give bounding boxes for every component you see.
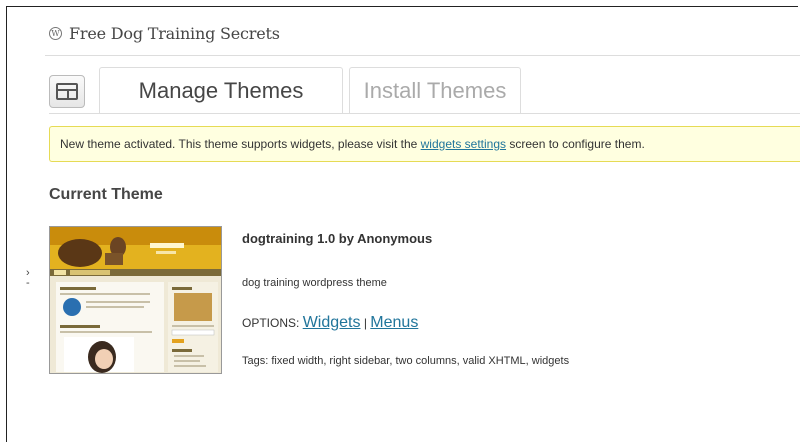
wordpress-logo-icon[interactable]: W (49, 27, 62, 40)
site-title[interactable]: Free Dog Training Secrets (69, 24, 280, 43)
theme-activated-notice: New theme activated. This theme supports… (49, 126, 800, 162)
tab-install-themes[interactable]: Install Themes (349, 67, 521, 114)
theme-tags: Tags: fixed width, right sidebar, two co… (242, 355, 570, 367)
theme-name: dogtraining 1.0 by Anonymous (242, 231, 433, 246)
header-divider (45, 55, 800, 56)
site-header: W Free Dog Training Secrets (49, 24, 280, 43)
theme-description: dog training wordpress theme (242, 277, 387, 289)
menus-link[interactable]: Menus (370, 314, 418, 331)
themes-layout-icon (49, 75, 85, 108)
edge-marks: › - (26, 267, 30, 289)
theme-screenshot (49, 226, 222, 374)
theme-options: OPTIONS: Widgets | Menus (242, 314, 418, 332)
notice-text-after: screen to configure them. (509, 137, 645, 151)
theme-details: dogtraining 1.0 by Anonymous dog trainin… (242, 231, 569, 367)
current-theme-heading: Current Theme (49, 186, 163, 203)
tabs-divider (49, 113, 800, 114)
options-label: OPTIONS: (242, 316, 300, 330)
theme-tabs: Manage Themes Install Themes (49, 67, 800, 114)
widgets-settings-link[interactable]: widgets settings (421, 137, 506, 151)
notice-text-before: New theme activated. This theme supports… (60, 137, 418, 151)
widgets-link[interactable]: Widgets (303, 314, 361, 331)
options-separator: | (363, 316, 367, 330)
tab-manage-themes[interactable]: Manage Themes (99, 67, 343, 114)
